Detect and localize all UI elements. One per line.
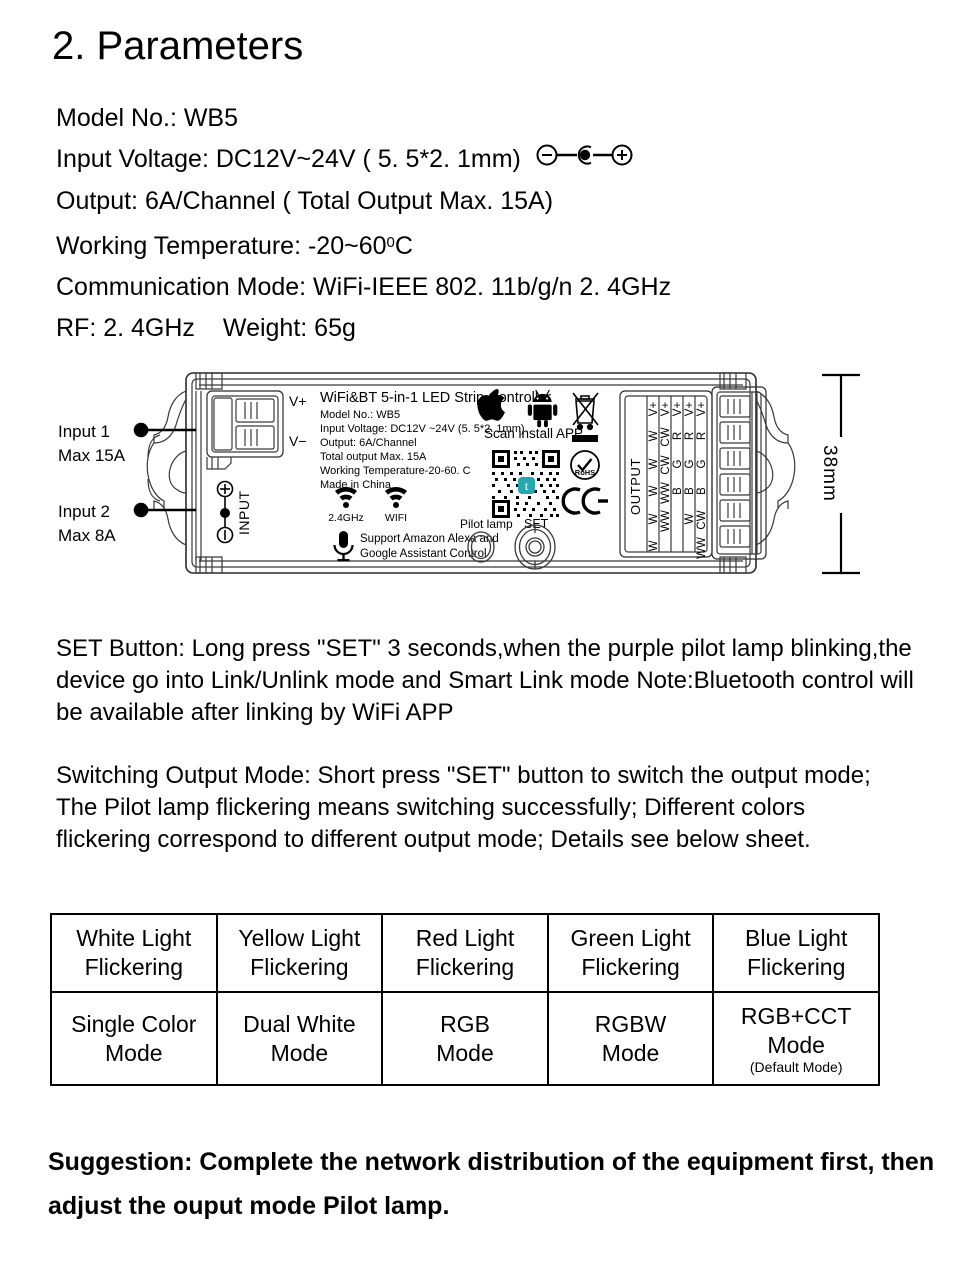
svg-text:WW: WW bbox=[696, 537, 708, 559]
cell-mode-4-text: RGB+CCT Mode bbox=[740, 1003, 852, 1058]
cell-flicker-4: Blue Light Flickering bbox=[712, 913, 880, 993]
svg-text:Output: 6A/Channel: Output: 6A/Channel bbox=[320, 437, 417, 449]
spec-input-voltage-text: Input Voltage: DC12V~24V ( 5. 5*2. 1mm) bbox=[56, 145, 521, 173]
svg-text:Working Temperature-20-60. C: Working Temperature-20-60. C bbox=[320, 465, 471, 477]
cell-mode-1: Dual White Mode bbox=[215, 991, 384, 1086]
wifi-24ghz-icon bbox=[335, 486, 357, 508]
svg-text:W: W bbox=[648, 513, 660, 524]
degree-symbol: 0 bbox=[386, 233, 395, 251]
svg-text:WW: WW bbox=[660, 482, 672, 504]
spec-model-text: Model No.: WB5 bbox=[56, 104, 239, 132]
switching-output-paragraph: Switching Output Mode: Short press "SET"… bbox=[56, 762, 871, 853]
microphone-icon bbox=[333, 531, 354, 562]
svg-text:RoHS: RoHS bbox=[575, 468, 595, 477]
set-button-paragraph: SET Button: Long press "SET" 3 seconds,w… bbox=[56, 635, 914, 726]
parameters-page: 2. Parameters Model No.: WB5 Input Volta… bbox=[0, 0, 960, 1285]
svg-text:G: G bbox=[684, 459, 696, 468]
svg-text:W: W bbox=[648, 430, 660, 441]
svg-text:t: t bbox=[525, 478, 529, 493]
cell-mode-0: Single Color Mode bbox=[50, 991, 218, 1086]
spec-output: Output: 6A/Channel ( Total Output Max. 1… bbox=[56, 181, 936, 222]
page-title: 2. Parameters bbox=[52, 24, 304, 68]
voice-support-line1: Support Amazon Alexa and bbox=[360, 533, 499, 545]
svg-text:B: B bbox=[696, 487, 708, 495]
output-section-label: OUTPUT bbox=[628, 458, 643, 515]
svg-text:G: G bbox=[672, 459, 684, 468]
output-mode-table: White Light Flickering Yellow Light Flicke… bbox=[50, 913, 880, 1086]
cell-mode-3: RGBW Mode bbox=[546, 991, 715, 1086]
device-illustration: V+ V− INPUT WiFi&BT 5-in-1 LED Strip Con… bbox=[0, 365, 960, 590]
terminal-vminus-label: V− bbox=[289, 433, 307, 449]
cell-mode-4: RGB+CCT Mode (Default Mode) bbox=[712, 991, 880, 1086]
svg-text:B: B bbox=[672, 487, 684, 495]
ce-icon bbox=[561, 487, 608, 515]
cell-mode-2: RGB Mode bbox=[381, 991, 549, 1086]
suggestion-text: Suggestion: Complete the network distrib… bbox=[48, 1148, 935, 1220]
input-polarity-label: INPUT bbox=[236, 491, 252, 536]
svg-text:CW: CW bbox=[660, 427, 672, 446]
scan-install-app-label: Scan install APP bbox=[484, 426, 583, 441]
svg-text:V+: V+ bbox=[648, 402, 660, 417]
qr-code-icon: t bbox=[490, 448, 562, 520]
svg-text:Model No.: WB5: Model No.: WB5 bbox=[320, 409, 400, 421]
svg-text:V+: V+ bbox=[684, 402, 696, 417]
svg-text:Total output Max. 15A: Total output Max. 15A bbox=[320, 451, 427, 463]
spec-weight-text: Weight: 65g bbox=[222, 313, 356, 342]
cell-flicker-3: Green Light Flickering bbox=[546, 913, 715, 993]
spec-list: Model No.: WB5 Input Voltage: DC12V~24V … bbox=[56, 98, 936, 349]
svg-text:CW: CW bbox=[660, 455, 672, 474]
svg-text:V+: V+ bbox=[696, 402, 708, 417]
svg-text:Made in China: Made in China bbox=[320, 479, 392, 491]
wifi-icon bbox=[385, 486, 407, 508]
svg-text:WW: WW bbox=[660, 510, 672, 532]
device-label-title: WiFi&BT 5-in-1 LED Strip Controller bbox=[320, 390, 551, 406]
rohs-icon: RoHS bbox=[570, 450, 600, 480]
svg-text:B: B bbox=[684, 487, 696, 495]
wifi-24ghz-label: 2.4GHz bbox=[328, 512, 364, 524]
svg-text:CW: CW bbox=[696, 510, 708, 529]
table-row-mode: Single Color Mode Dual White Mode RGB Mode … bbox=[50, 991, 880, 1086]
spec-rf-text: RF: 2. 4GHz bbox=[56, 313, 195, 342]
default-mode-note: (Default Mode) bbox=[749, 1059, 843, 1075]
spec-communication: Communication Mode: WiFi-IEEE 802. 11b/g… bbox=[56, 267, 936, 308]
set-button-icon bbox=[514, 524, 556, 570]
spec-working-temperature-unit: C bbox=[394, 231, 413, 260]
svg-text:R: R bbox=[696, 432, 708, 440]
cell-flicker-1: Yellow Light Flickering bbox=[215, 913, 384, 993]
svg-text:V+: V+ bbox=[660, 402, 672, 417]
spec-rf-weight: RF: 2. 4GHz Weight: 65g bbox=[56, 308, 936, 349]
svg-text:W: W bbox=[684, 513, 696, 524]
spec-input-voltage: Input Voltage: DC12V~24V ( 5. 5*2. 1mm) bbox=[56, 139, 936, 181]
svg-text:R: R bbox=[684, 432, 696, 440]
svg-text:W: W bbox=[648, 458, 660, 469]
spec-output-text: Output: 6A/Channel ( Total Output Max. 1… bbox=[56, 186, 554, 215]
table-row-flicker: White Light Flickering Yellow Light Flicke… bbox=[50, 913, 880, 993]
svg-text:R: R bbox=[672, 432, 684, 440]
cell-flicker-0: White Light Flickering bbox=[50, 913, 218, 993]
svg-text:W: W bbox=[648, 485, 660, 496]
spec-model: Model No.: WB5 bbox=[56, 98, 936, 139]
spec-communication-text: Communication Mode: WiFi-IEEE 802. 11b/g… bbox=[56, 272, 672, 301]
svg-text:G: G bbox=[696, 459, 708, 468]
terminal-vplus-label: V+ bbox=[289, 393, 307, 409]
barrel-polarity-icon bbox=[536, 138, 634, 179]
pilot-lamp-label: Pilot lamp bbox=[460, 517, 513, 531]
svg-text:V+: V+ bbox=[672, 402, 684, 417]
set-button-label: SET bbox=[524, 517, 549, 531]
spec-working-temperature-text: Working Temperature: -20~60 bbox=[56, 231, 387, 260]
spec-working-temperature: Working Temperature: -20~600C bbox=[56, 222, 936, 267]
wifi-label: WIFI bbox=[385, 512, 407, 524]
cell-flicker-2: Red Light Flickering bbox=[381, 913, 549, 993]
weee-bar-icon bbox=[572, 435, 598, 442]
svg-text:W: W bbox=[648, 540, 660, 551]
weee-icon bbox=[572, 392, 599, 431]
